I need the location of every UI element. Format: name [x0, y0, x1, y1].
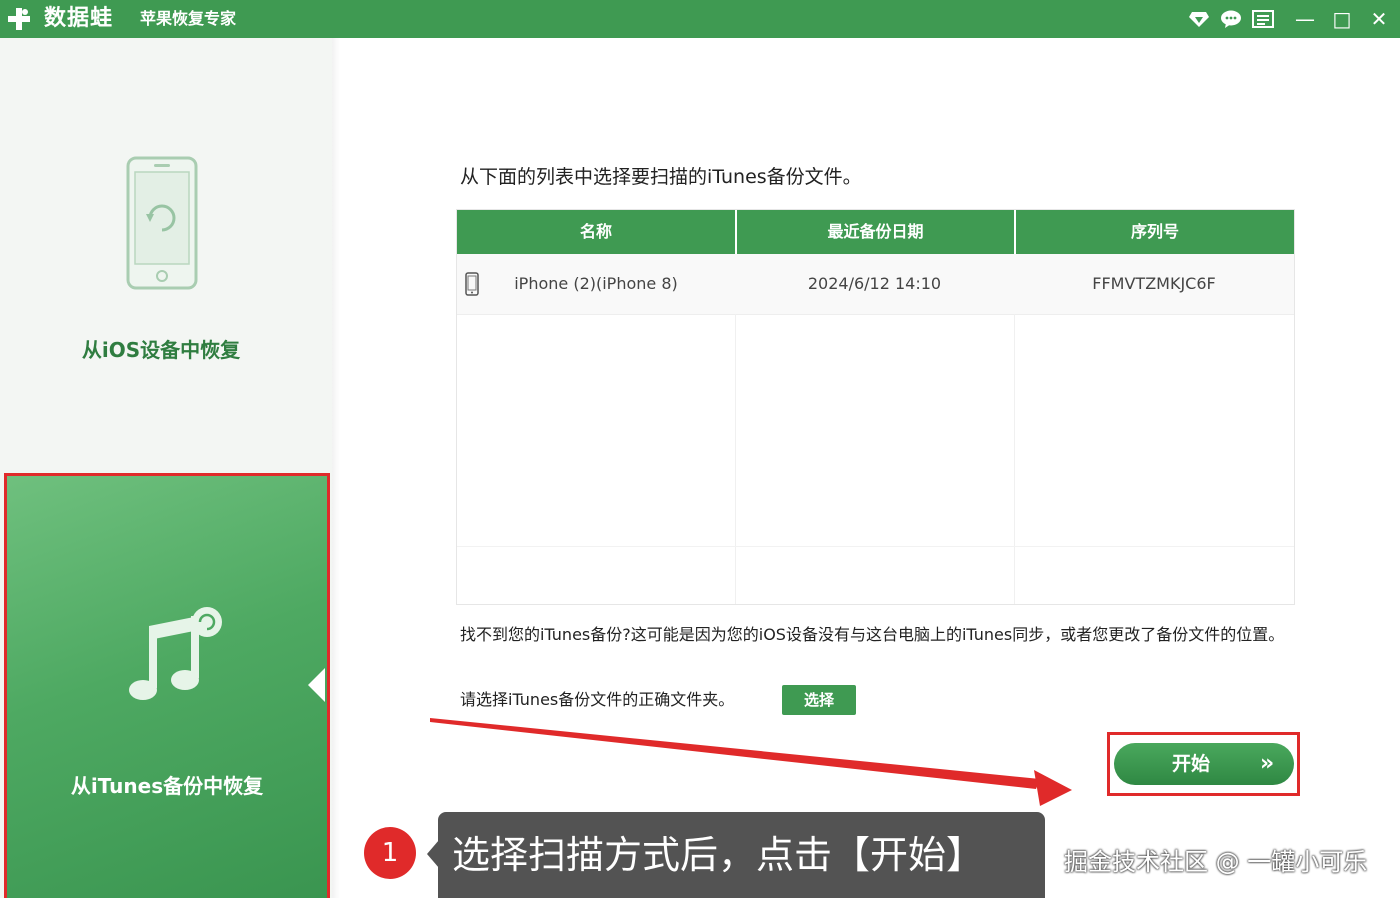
app-subtitle: 苹果恢复专家 — [140, 9, 237, 28]
folder-prompt-text: 请选择iTunes备份文件的正确文件夹。 — [460, 690, 735, 709]
itunes-option-label: 从iTunes备份中恢复 — [70, 774, 264, 798]
ios-option-label: 从iOS设备中恢复 — [81, 338, 241, 362]
diamond-icon[interactable] — [1188, 9, 1210, 29]
close-button[interactable]: ✕ — [1366, 6, 1392, 32]
ios-device-recovery-option[interactable]: 从iOS设备中恢复 — [0, 38, 332, 472]
app-logo-icon — [8, 8, 30, 30]
start-button-label: 开始 — [1172, 753, 1211, 775]
backup-date: 2024/6/12 14:10 — [807, 274, 942, 293]
selection-pointer — [308, 668, 325, 702]
watermark: 掘金技术社区 @ 一罐小可乐 — [1064, 848, 1368, 876]
column-divider — [1014, 314, 1015, 604]
step-number-badge: 1 — [364, 827, 416, 879]
table-header: 名称 最近备份日期 序列号 — [457, 210, 1294, 254]
row-name-cell: iPhone (2)(iPhone 8) — [457, 254, 735, 314]
table-row[interactable]: iPhone (2)(iPhone 8) 2024/6/12 14:10 FFM… — [457, 254, 1294, 315]
maximize-button[interactable]: □ — [1329, 6, 1355, 32]
device-name: iPhone (2)(iPhone 8) — [514, 274, 678, 293]
column-header-name[interactable]: 名称 — [457, 210, 735, 254]
minimize-button[interactable]: — — [1292, 6, 1318, 32]
column-header-serial[interactable]: 序列号 — [1014, 210, 1294, 254]
start-button[interactable]: 开始 » — [1114, 743, 1294, 785]
column-divider — [735, 314, 736, 604]
column-header-date[interactable]: 最近备份日期 — [735, 210, 1014, 254]
backup-table: 名称 最近备份日期 序列号 iPhone (2)(iPhone 8) 2024/… — [456, 209, 1295, 605]
instruction-text: 从下面的列表中选择要扫描的iTunes备份文件。 — [460, 166, 862, 188]
chat-icon[interactable] — [1220, 9, 1242, 29]
menu-list-icon[interactable] — [1252, 9, 1274, 29]
instruction-callout: 选择扫描方式后，点击【开始】 — [438, 812, 1045, 898]
phone-restore-icon — [126, 156, 198, 290]
app-brand: 数据蛙 — [44, 6, 114, 31]
backup-help-text: 找不到您的iTunes备份?这可能是因为您的iOS设备没有与这台电脑上的iTun… — [460, 625, 1285, 644]
choose-folder-button[interactable]: 选择 — [782, 685, 856, 715]
phone-icon — [465, 272, 479, 296]
row-divider — [457, 546, 1294, 547]
callout-text: 选择扫描方式后，点击【开始】 — [452, 833, 985, 877]
itunes-backup-recovery-option[interactable]: 从iTunes备份中恢复 — [4, 473, 330, 898]
serial-number: FFMVTZMKJC6F — [1092, 274, 1216, 293]
music-note-icon — [129, 607, 222, 700]
title-bar: 数据蛙 苹果恢复专家 — □ ✕ — [0, 0, 1400, 38]
sidebar-shadow — [332, 38, 340, 898]
double-chevron-icon: » — [1260, 751, 1275, 776]
